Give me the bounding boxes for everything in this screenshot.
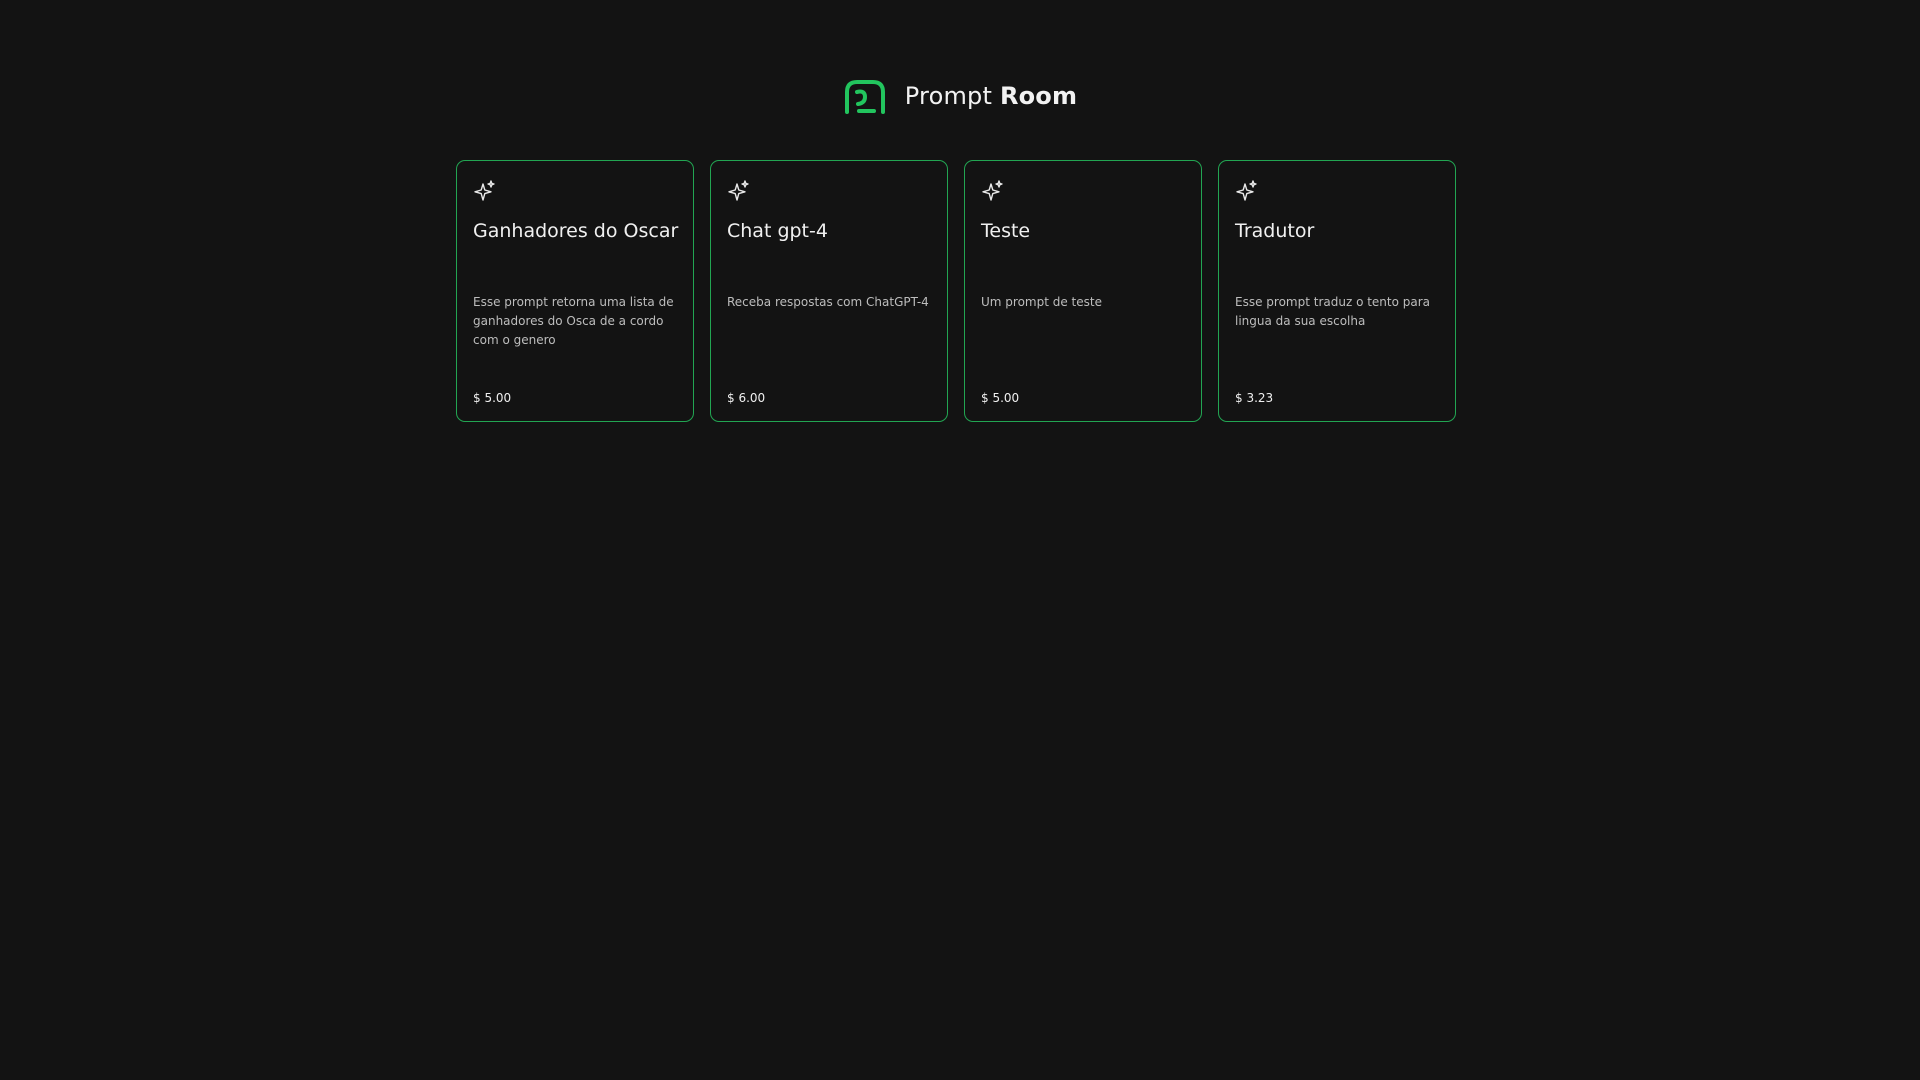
prompt-card-description: Esse prompt traduz o tento para lingua d…	[1235, 295, 1431, 328]
prompt-card-title: Tradutor	[1235, 220, 1315, 242]
sparkles-icon	[1235, 179, 1259, 203]
prompt-card-title: Teste	[981, 220, 1031, 242]
sparkles-icon	[727, 179, 751, 203]
prompt-card[interactable]: Ganhadores do Oscar Esse prompt retorna …	[456, 160, 694, 422]
prompt-card-price: $ 5.00	[473, 391, 512, 405]
app-header: Prompt Room	[0, 78, 1920, 114]
brand-title-light: Prompt	[904, 82, 993, 110]
prompt-card[interactable]: Chat gpt-4 Receba respostas com ChatGPT-…	[710, 160, 948, 422]
prompt-card[interactable]: Tradutor Esse prompt traduz o tento para…	[1218, 160, 1456, 422]
prompt-card-description: Receba respostas com ChatGPT-4	[727, 295, 929, 309]
prompt-card-price: $ 6.00	[727, 391, 766, 405]
brand-title-bold: Room	[999, 82, 1078, 110]
prompt-card-description: Esse prompt retorna uma lista de ganhado…	[473, 295, 674, 347]
prompt-card[interactable]: Teste Um prompt de teste $ 5.00	[964, 160, 1202, 422]
prompt-room-logo-icon[interactable]	[843, 78, 887, 114]
prompt-card-title: Ganhadores do Oscar	[473, 220, 679, 242]
prompt-card-description: Um prompt de teste	[981, 295, 1102, 309]
prompt-card-price: $ 5.00	[981, 391, 1020, 405]
prompt-card-grid: Ganhadores do Oscar Esse prompt retorna …	[456, 160, 1456, 422]
sparkles-icon	[473, 179, 497, 203]
prompt-card-title: Chat gpt-4	[727, 220, 828, 242]
brand-title: Prompt Room	[905, 82, 1077, 110]
prompt-card-price: $ 3.23	[1235, 391, 1274, 405]
sparkles-icon	[981, 179, 1005, 203]
